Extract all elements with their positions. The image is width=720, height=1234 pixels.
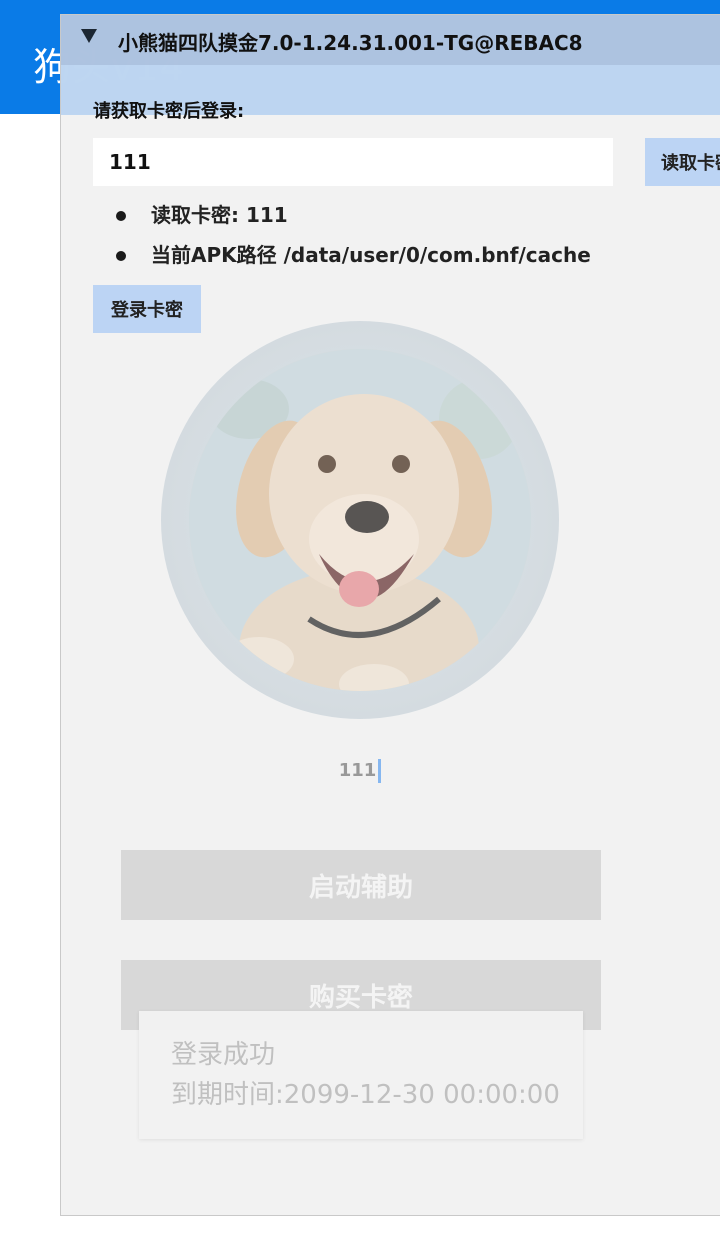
start-assist-button[interactable]: 启动辅助 xyxy=(121,850,601,920)
overlay-title: 小熊猫四队摸金7.0-1.24.31.001-TG@REBAC8 xyxy=(118,31,583,55)
toast-expiry: 到期时间:2099-12-30 00:00:00 xyxy=(171,1080,560,1110)
read-key-info: 读取卡密: 111 xyxy=(151,203,288,227)
text-cursor xyxy=(378,759,382,783)
avatar xyxy=(161,321,559,719)
dog-icon xyxy=(189,349,531,691)
dog-avatar-image xyxy=(189,349,531,691)
read-key-button[interactable]: 读取卡密 xyxy=(645,138,720,186)
overlay-window: 小熊猫四队摸金7.0-1.24.31.001-TG@REBAC8 请获取卡密后登… xyxy=(60,14,720,1216)
overlay-title-bar[interactable]: 小熊猫四队摸金7.0-1.24.31.001-TG@REBAC8 xyxy=(61,15,720,65)
bullet-icon xyxy=(116,211,126,221)
collapse-arrow-icon[interactable] xyxy=(81,29,97,43)
card-key-input[interactable] xyxy=(93,138,613,186)
list-item: 当前APK路径 /data/user/0/com.bnf/cache xyxy=(113,241,591,281)
key-display-text: 111 xyxy=(338,760,377,781)
login-key-button[interactable]: 登录卡密 xyxy=(93,285,201,333)
login-prompt: 请获取卡密后登录: xyxy=(93,101,245,122)
info-list: 读取卡密: 111 当前APK路径 /data/user/0/com.bnf/c… xyxy=(113,201,591,281)
login-success-toast: 登录成功 到期时间:2099-12-30 00:00:00 xyxy=(139,1011,583,1139)
key-display: 111 xyxy=(61,759,659,783)
toast-status: 登录成功 xyxy=(171,1040,276,1070)
bullet-icon xyxy=(116,251,126,261)
list-item: 读取卡密: 111 xyxy=(113,201,591,241)
apk-path-info: 当前APK路径 /data/user/0/com.bnf/cache xyxy=(151,243,591,267)
